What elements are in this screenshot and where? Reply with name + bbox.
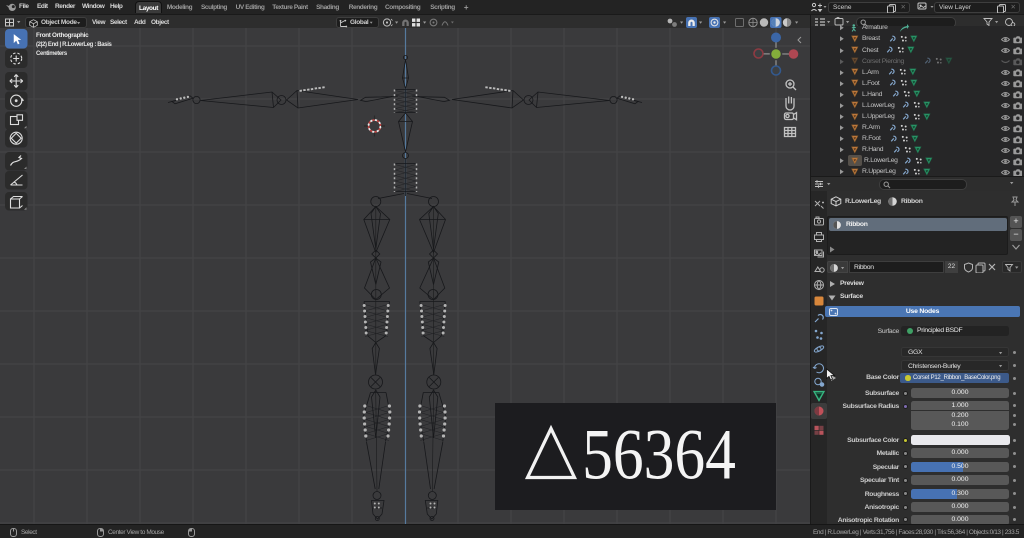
svg-text:56364: 56364 [582,415,736,495]
